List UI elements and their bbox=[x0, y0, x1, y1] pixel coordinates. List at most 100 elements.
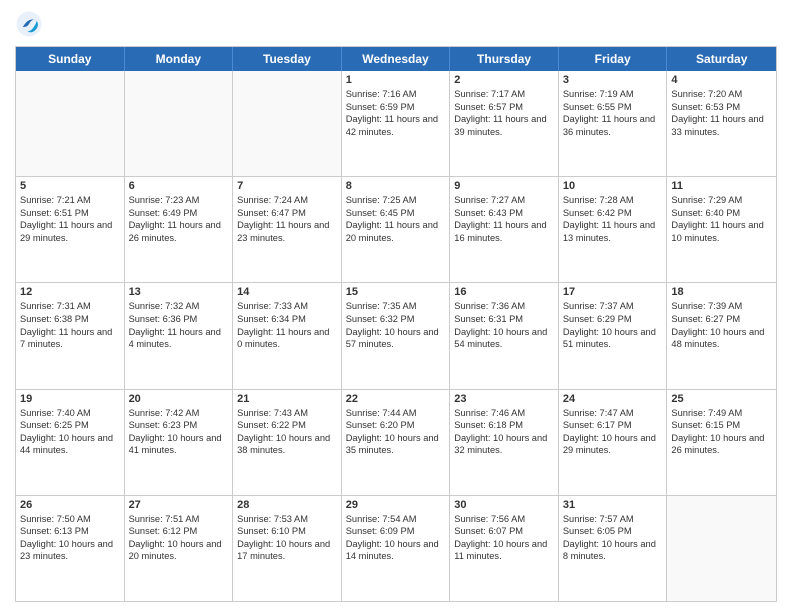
day-number: 2 bbox=[454, 74, 554, 86]
day-header-saturday: Saturday bbox=[667, 47, 776, 71]
sunset-text: Sunset: 6:17 PM bbox=[563, 419, 663, 432]
calendar-week-1: 1Sunrise: 7:16 AMSunset: 6:59 PMDaylight… bbox=[16, 71, 776, 176]
daylight-text: Daylight: 10 hours and 38 minutes. bbox=[237, 432, 337, 457]
day-cell-31: 31 Sunrise: 7:57 AMSunset: 6:05 PMDayligh… bbox=[559, 496, 668, 601]
logo bbox=[15, 10, 45, 38]
daylight-text: Daylight: 10 hours and 51 minutes. bbox=[563, 326, 663, 351]
day-cell-10: 10Sunrise: 7:28 AMSunset: 6:42 PMDayligh… bbox=[559, 177, 668, 282]
sunrise-text: Sunrise: 7:56 AM bbox=[454, 513, 554, 526]
empty-cell bbox=[233, 71, 342, 176]
daylight-text: Daylight: 11 hours and 7 minutes. bbox=[20, 326, 120, 351]
day-cell-29: 29Sunrise: 7:54 AMSunset: 6:09 PMDayligh… bbox=[342, 496, 451, 601]
sunrise-text: Sunrise: 7:44 AM bbox=[346, 407, 446, 420]
sunrise-text: Sunrise: 7:17 AM bbox=[454, 88, 554, 101]
day-header-wednesday: Wednesday bbox=[342, 47, 451, 71]
day-number: 21 bbox=[237, 393, 337, 405]
day-number: 6 bbox=[129, 180, 229, 192]
day-number: 14 bbox=[237, 286, 337, 298]
sunset-text: Sunset: 6:51 PM bbox=[20, 207, 120, 220]
sunrise-text: Sunrise: 7:51 AM bbox=[129, 513, 229, 526]
sunset-text: Sunset: 6:34 PM bbox=[237, 313, 337, 326]
day-cell-7: 7 Sunrise: 7:24 AMSunset: 6:47 PMDaylight… bbox=[233, 177, 342, 282]
page-header bbox=[15, 10, 777, 38]
daylight-text: Daylight: 10 hours and 23 minutes. bbox=[20, 538, 120, 563]
daylight-text: Daylight: 11 hours and 0 minutes. bbox=[237, 326, 337, 351]
day-cell-28: 28Sunrise: 7:53 AMSunset: 6:10 PMDayligh… bbox=[233, 496, 342, 601]
sunset-text: Sunset: 6:59 PM bbox=[346, 101, 446, 114]
sunrise-text: Sunrise: 7:24 AM bbox=[237, 194, 337, 207]
sunset-text: Sunset: 6:55 PM bbox=[563, 101, 663, 114]
day-number: 17 bbox=[563, 286, 663, 298]
sunrise-text: Sunrise: 7:27 AM bbox=[454, 194, 554, 207]
sunrise-text: Sunrise: 7:25 AM bbox=[346, 194, 446, 207]
sunset-text: Sunset: 6:09 PM bbox=[346, 525, 446, 538]
sunset-text: Sunset: 6:29 PM bbox=[563, 313, 663, 326]
day-number: 23 bbox=[454, 393, 554, 405]
daylight-text: Daylight: 11 hours and 23 minutes. bbox=[237, 219, 337, 244]
day-cell-4: 4Sunrise: 7:20 AMSunset: 6:53 PMDaylight… bbox=[667, 71, 776, 176]
day-cell-19: 19Sunrise: 7:40 AMSunset: 6:25 PMDayligh… bbox=[16, 390, 125, 495]
sunrise-text: Sunrise: 7:31 AM bbox=[20, 300, 120, 313]
day-cell-30: 30Sunrise: 7:56 AMSunset: 6:07 PMDayligh… bbox=[450, 496, 559, 601]
day-cell-16: 16Sunrise: 7:36 AMSunset: 6:31 PMDayligh… bbox=[450, 283, 559, 388]
daylight-text: Daylight: 10 hours and 54 minutes. bbox=[454, 326, 554, 351]
sunset-text: Sunset: 6:31 PM bbox=[454, 313, 554, 326]
sunrise-text: Sunrise: 7:49 AM bbox=[671, 407, 772, 420]
sunset-text: Sunset: 6:10 PM bbox=[237, 525, 337, 538]
daylight-text: Daylight: 11 hours and 10 minutes. bbox=[671, 219, 772, 244]
day-cell-11: 11Sunrise: 7:29 AMSunset: 6:40 PMDayligh… bbox=[667, 177, 776, 282]
sunset-text: Sunset: 6:42 PM bbox=[563, 207, 663, 220]
sunrise-text: Sunrise: 7:20 AM bbox=[671, 88, 772, 101]
sunset-text: Sunset: 6:22 PM bbox=[237, 419, 337, 432]
day-cell-1: 1Sunrise: 7:16 AMSunset: 6:59 PMDaylight… bbox=[342, 71, 451, 176]
day-number: 27 bbox=[129, 499, 229, 511]
daylight-text: Daylight: 11 hours and 39 minutes. bbox=[454, 113, 554, 138]
day-number: 18 bbox=[671, 286, 772, 298]
day-cell-20: 20Sunrise: 7:42 AMSunset: 6:23 PMDayligh… bbox=[125, 390, 234, 495]
daylight-text: Daylight: 11 hours and 13 minutes. bbox=[563, 219, 663, 244]
day-number: 31 bbox=[563, 499, 663, 511]
day-cell-21: 21Sunrise: 7:43 AMSunset: 6:22 PMDayligh… bbox=[233, 390, 342, 495]
sunset-text: Sunset: 6:38 PM bbox=[20, 313, 120, 326]
day-header-friday: Friday bbox=[559, 47, 668, 71]
daylight-text: Daylight: 10 hours and 8 minutes. bbox=[563, 538, 663, 563]
day-cell-14: 14 Sunrise: 7:33 AMSunset: 6:34 PMDayligh… bbox=[233, 283, 342, 388]
day-cell-12: 12Sunrise: 7:31 AMSunset: 6:38 PMDayligh… bbox=[16, 283, 125, 388]
sunrise-text: Sunrise: 7:42 AM bbox=[129, 407, 229, 420]
daylight-text: Daylight: 10 hours and 48 minutes. bbox=[671, 326, 772, 351]
sunset-text: Sunset: 6:15 PM bbox=[671, 419, 772, 432]
day-number: 26 bbox=[20, 499, 120, 511]
daylight-text: Daylight: 10 hours and 41 minutes. bbox=[129, 432, 229, 457]
day-number: 1 bbox=[346, 74, 446, 86]
calendar-week-5: 26Sunrise: 7:50 AMSunset: 6:13 PMDayligh… bbox=[16, 495, 776, 601]
sunset-text: Sunset: 6:57 PM bbox=[454, 101, 554, 114]
calendar-week-4: 19Sunrise: 7:40 AMSunset: 6:25 PMDayligh… bbox=[16, 389, 776, 495]
sunset-text: Sunset: 6:13 PM bbox=[20, 525, 120, 538]
day-number: 13 bbox=[129, 286, 229, 298]
sunset-text: Sunset: 6:18 PM bbox=[454, 419, 554, 432]
sunrise-text: Sunrise: 7:21 AM bbox=[20, 194, 120, 207]
day-number: 8 bbox=[346, 180, 446, 192]
daylight-text: Daylight: 10 hours and 20 minutes. bbox=[129, 538, 229, 563]
day-cell-18: 18Sunrise: 7:39 AMSunset: 6:27 PMDayligh… bbox=[667, 283, 776, 388]
daylight-text: Daylight: 11 hours and 33 minutes. bbox=[671, 113, 772, 138]
daylight-text: Daylight: 10 hours and 57 minutes. bbox=[346, 326, 446, 351]
day-cell-15: 15Sunrise: 7:35 AMSunset: 6:32 PMDayligh… bbox=[342, 283, 451, 388]
sunrise-text: Sunrise: 7:33 AM bbox=[237, 300, 337, 313]
day-cell-2: 2 Sunrise: 7:17 AMSunset: 6:57 PMDaylight… bbox=[450, 71, 559, 176]
day-number: 20 bbox=[129, 393, 229, 405]
calendar-week-3: 12Sunrise: 7:31 AMSunset: 6:38 PMDayligh… bbox=[16, 282, 776, 388]
sunrise-text: Sunrise: 7:35 AM bbox=[346, 300, 446, 313]
day-header-tuesday: Tuesday bbox=[233, 47, 342, 71]
sunrise-text: Sunrise: 7:37 AM bbox=[563, 300, 663, 313]
sunset-text: Sunset: 6:05 PM bbox=[563, 525, 663, 538]
sunrise-text: Sunrise: 7:53 AM bbox=[237, 513, 337, 526]
sunrise-text: Sunrise: 7:57 AM bbox=[563, 513, 663, 526]
sunrise-text: Sunrise: 7:47 AM bbox=[563, 407, 663, 420]
day-number: 7 bbox=[237, 180, 337, 192]
calendar: SundayMondayTuesdayWednesdayThursdayFrid… bbox=[15, 46, 777, 602]
sunrise-text: Sunrise: 7:54 AM bbox=[346, 513, 446, 526]
sunset-text: Sunset: 6:47 PM bbox=[237, 207, 337, 220]
sunrise-text: Sunrise: 7:36 AM bbox=[454, 300, 554, 313]
day-number: 4 bbox=[671, 74, 772, 86]
